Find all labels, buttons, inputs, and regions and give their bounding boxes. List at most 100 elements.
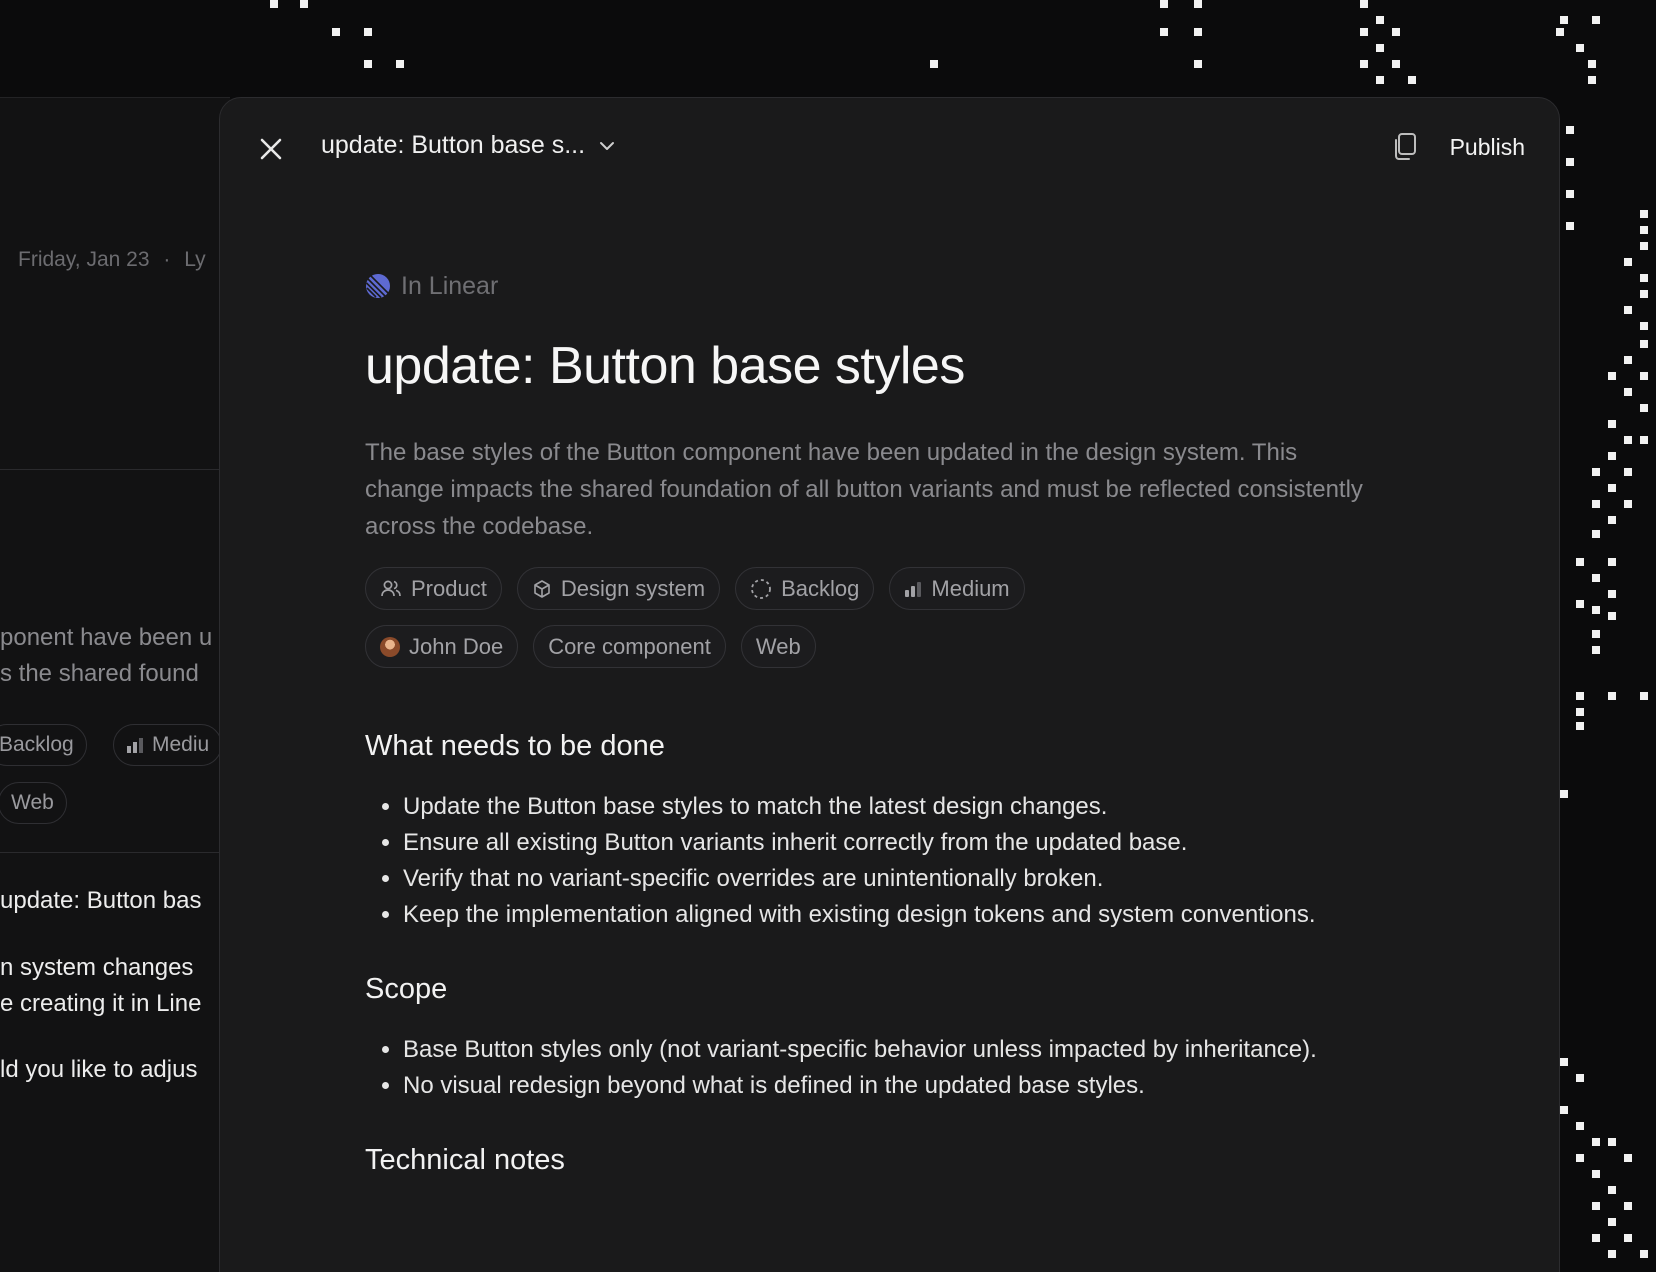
pixel-dot bbox=[1592, 606, 1600, 614]
pixel-dot bbox=[1608, 590, 1616, 598]
pixel-dot bbox=[270, 0, 278, 8]
screen: Friday, Jan 23 · Ly ponent have been u s… bbox=[0, 0, 1656, 1272]
pixel-dot bbox=[1624, 436, 1632, 444]
copy-icon[interactable] bbox=[1391, 132, 1419, 162]
issue-content: In Linear update: Button base styles The… bbox=[365, 268, 1385, 1177]
pixel-dot bbox=[1592, 574, 1600, 582]
pixel-dot bbox=[1376, 44, 1384, 52]
pixel-dot bbox=[1566, 222, 1574, 230]
pixel-dot bbox=[1608, 558, 1616, 566]
list-item: Verify that no variant-specific override… bbox=[403, 861, 1385, 897]
pixel-dot bbox=[1624, 468, 1632, 476]
pixel-dot bbox=[1576, 558, 1584, 566]
pixel-dot bbox=[1640, 404, 1648, 412]
issue-preview-modal: update: Button base s... Publish In Line… bbox=[219, 97, 1560, 1272]
avatar bbox=[380, 636, 400, 657]
pixel-dot bbox=[1592, 1234, 1600, 1242]
pixel-dot bbox=[1608, 452, 1616, 460]
pixel-dot bbox=[1640, 692, 1648, 700]
pixel-dot bbox=[1608, 372, 1616, 380]
chip-project[interactable]: Design system bbox=[516, 567, 721, 610]
background-chip-priority[interactable]: Mediu bbox=[113, 724, 223, 766]
background-date: Friday, Jan 23 bbox=[18, 248, 150, 271]
pixel-dot bbox=[396, 60, 404, 68]
title-dropdown[interactable]: update: Button base s... bbox=[321, 131, 615, 160]
chip-label-core-component[interactable]: Core component bbox=[533, 625, 726, 668]
chip-assignee[interactable]: John Doe bbox=[365, 625, 519, 668]
pixel-dot bbox=[1560, 16, 1568, 24]
pixel-dot bbox=[930, 60, 938, 68]
priority-bars-icon bbox=[127, 738, 143, 753]
pixel-dot bbox=[300, 0, 308, 8]
pixel-dot bbox=[1576, 44, 1584, 52]
pixel-dot bbox=[1592, 1170, 1600, 1178]
pixel-dot bbox=[1160, 0, 1168, 8]
pixel-dot bbox=[1624, 1202, 1632, 1210]
pixel-dot bbox=[1360, 60, 1368, 68]
chip-priority[interactable]: Medium bbox=[889, 567, 1025, 610]
pixel-dot bbox=[1608, 516, 1616, 524]
pixel-dot bbox=[1576, 600, 1584, 608]
pixel-dot bbox=[1640, 274, 1648, 282]
divider bbox=[0, 852, 230, 853]
chip-label-web[interactable]: Web bbox=[740, 625, 816, 668]
pixel-dot bbox=[1624, 258, 1632, 266]
pixel-dot bbox=[1624, 500, 1632, 508]
pixel-dot bbox=[1408, 76, 1416, 84]
pixel-dot bbox=[1640, 436, 1648, 444]
pixel-dot bbox=[1392, 28, 1400, 36]
pixel-dot bbox=[1608, 1186, 1616, 1194]
pixel-dot bbox=[1608, 1218, 1616, 1226]
pixel-dot bbox=[1592, 1202, 1600, 1210]
pixel-dot bbox=[1592, 530, 1600, 538]
source-label: In Linear bbox=[401, 271, 499, 300]
pixel-dot bbox=[1640, 372, 1648, 380]
pixel-dot bbox=[1576, 708, 1584, 716]
close-icon[interactable] bbox=[256, 134, 286, 164]
issue-description: The base styles of the Button component … bbox=[365, 439, 1363, 540]
pixel-dot bbox=[1194, 28, 1202, 36]
pixel-dot bbox=[1640, 1250, 1648, 1258]
property-chips: Product Design system Backlog Medium Joh… bbox=[365, 567, 1165, 668]
chip-status[interactable]: Backlog bbox=[735, 567, 875, 610]
background-meta: Friday, Jan 23 · Ly bbox=[18, 248, 206, 271]
pixel-dot bbox=[1608, 612, 1616, 620]
chevron-down-icon bbox=[600, 141, 615, 150]
pixel-dot bbox=[1624, 356, 1632, 364]
source-link[interactable]: In Linear bbox=[365, 268, 1385, 304]
background-message-line: ld you like to adjus bbox=[0, 1056, 198, 1083]
pixel-dot bbox=[1376, 76, 1384, 84]
pixel-dot bbox=[1556, 28, 1564, 36]
pixel-dot bbox=[1592, 16, 1600, 24]
pixel-dot bbox=[1592, 468, 1600, 476]
pixel-dot bbox=[1608, 692, 1616, 700]
list-item: Ensure all existing Button variants inhe… bbox=[403, 825, 1385, 861]
pixel-dot bbox=[1608, 1250, 1616, 1258]
pixel-dot bbox=[1640, 290, 1648, 298]
priority-bars-icon bbox=[905, 581, 922, 597]
pixel-dot bbox=[1608, 1138, 1616, 1146]
pixel-dot bbox=[1640, 322, 1648, 330]
pixel-dot bbox=[1566, 158, 1574, 166]
publish-button[interactable]: Publish bbox=[1450, 134, 1525, 161]
pixel-dot bbox=[1624, 1234, 1632, 1242]
pixel-dot bbox=[1560, 1058, 1568, 1066]
team-icon bbox=[381, 580, 401, 596]
issue-title: update: Button base styles bbox=[365, 337, 965, 395]
background-issue-panel: Friday, Jan 23 · Ly ponent have been u s… bbox=[0, 97, 230, 1272]
pixel-dot bbox=[1194, 60, 1202, 68]
list-item: No visual redesign beyond what is define… bbox=[403, 1068, 1385, 1104]
pixel-dot bbox=[1360, 0, 1368, 8]
chip-team[interactable]: Product bbox=[365, 567, 502, 610]
dashed-circle-icon bbox=[751, 578, 772, 599]
section-heading: Technical notes bbox=[365, 1144, 565, 1176]
pixel-dot bbox=[1576, 722, 1584, 730]
pixel-dot bbox=[1588, 60, 1596, 68]
pixel-dot bbox=[1640, 226, 1648, 234]
background-message-line: n system changes bbox=[0, 954, 194, 981]
pixel-dot bbox=[1592, 630, 1600, 638]
background-chip-backlog[interactable]: Backlog bbox=[0, 724, 87, 766]
background-chip-web[interactable]: Web bbox=[0, 782, 67, 824]
section-heading: What needs to be done bbox=[365, 730, 665, 762]
pixel-dot bbox=[364, 28, 372, 36]
